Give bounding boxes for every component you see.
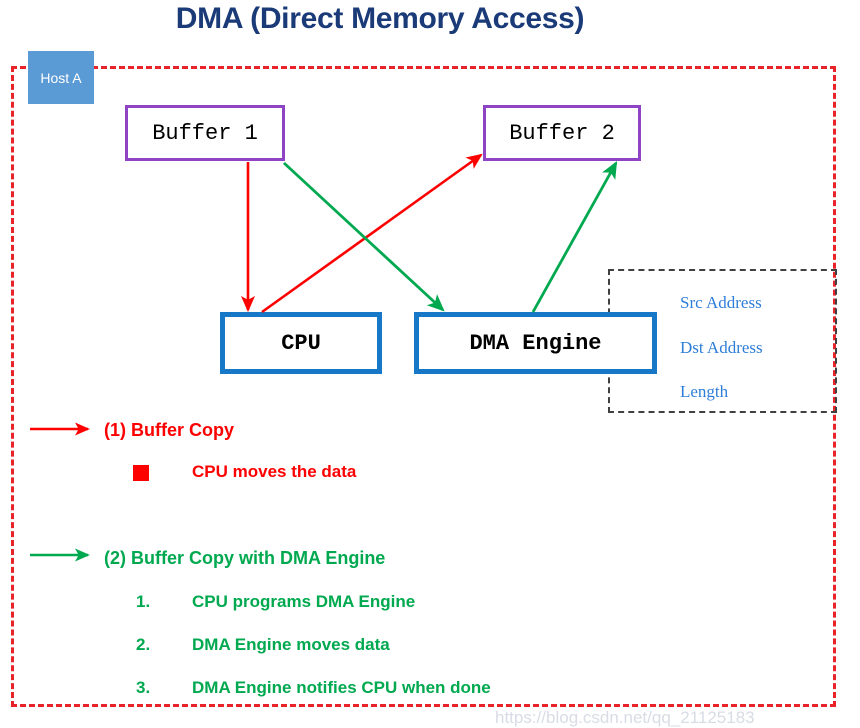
legend-flow2-item-2: DMA Engine notifies CPU when done — [192, 678, 491, 697]
legend-flow2-label: (2) Buffer Copy with DMA Engine — [104, 548, 386, 568]
legend-flow2-marker-1: 2. — [136, 635, 151, 654]
legend-flow2-marker-0: 1. — [136, 592, 151, 611]
legend-flow2-item-1: DMA Engine moves data — [192, 635, 390, 654]
legend-flow2-marker-2: 3. — [136, 678, 151, 697]
legend-flow1-item-0: CPU moves the data — [192, 462, 357, 481]
legend-arrow-red-icon — [30, 422, 90, 436]
legend-flow1-label: (1) Buffer Copy — [104, 420, 234, 440]
square-bullet-icon — [133, 465, 149, 481]
legend-arrow-green-icon — [30, 548, 90, 562]
legend: (1) Buffer Copy CPU moves the data (2) B… — [0, 0, 860, 722]
legend-flow2-item-0: CPU programs DMA Engine — [192, 592, 416, 611]
